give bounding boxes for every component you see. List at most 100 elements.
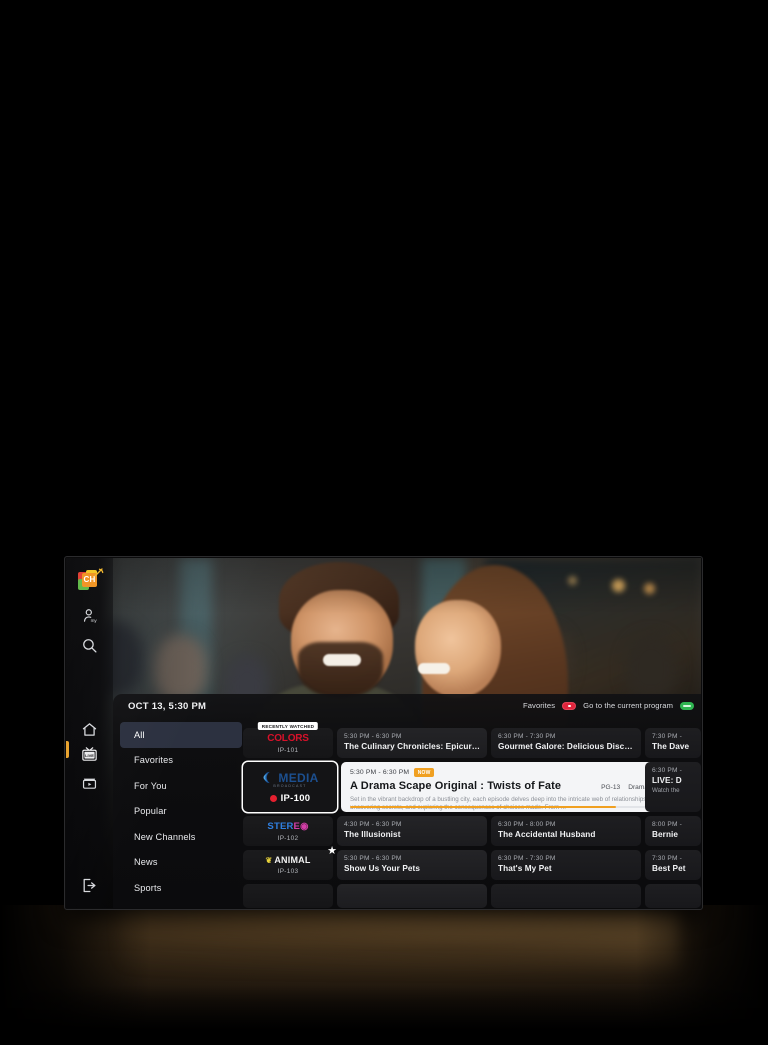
program-title: The Accidental Husband bbox=[498, 830, 596, 839]
svg-text:my: my bbox=[91, 617, 98, 622]
channel-number-selected: IP-100 bbox=[269, 793, 311, 804]
program-time: 5:30 PM - 6:30 PM bbox=[344, 733, 402, 740]
content-rating: PG-13 bbox=[601, 784, 621, 791]
selected-program-area: 5:30 PM - 6:30 PM NOW A Drama Scape Orig… bbox=[341, 762, 701, 812]
program-time: 7:30 PM - bbox=[652, 733, 682, 740]
sidebar-item-search[interactable] bbox=[77, 632, 103, 658]
table-row: RECENTLY WATCHED COLORS IP-101 5:30 PM -… bbox=[243, 722, 701, 758]
channel-number: IP-100 bbox=[280, 793, 311, 804]
current-program-green-key-button[interactable] bbox=[680, 701, 694, 710]
program-description: Watch the bbox=[652, 787, 680, 794]
program-title: Bernie bbox=[652, 830, 679, 839]
program-cell[interactable]: 6:30 PM - 7:30 PM Gourmet Galore: Delici… bbox=[491, 728, 641, 758]
category-label: Sports bbox=[134, 882, 162, 893]
program-title: The Dave bbox=[652, 742, 690, 751]
screenshot-stage: CH my LIVE OCT 13, 5:30 PM Favorites Go … bbox=[0, 0, 768, 1045]
category-label: News bbox=[134, 857, 158, 868]
channel-cell-colors[interactable]: RECENTLY WATCHED COLORS IP-101 bbox=[243, 722, 333, 758]
channel-cell-animal[interactable]: ★ ❦ ANIMAL IP-103 bbox=[243, 846, 337, 880]
program-time: 7:30 PM - bbox=[652, 855, 682, 862]
animal-logo-text: ANIMAL bbox=[274, 855, 311, 865]
channel-cell-stereo[interactable]: STERE◉ IP-102 bbox=[243, 816, 333, 846]
live-tv-icon: LIVE bbox=[82, 746, 97, 761]
home-icon bbox=[82, 722, 97, 736]
category-label: For You bbox=[134, 780, 167, 791]
guide-header-actions: Favorites Go to the current program bbox=[523, 701, 694, 710]
program-time: 5:30 PM - 6:30 PM bbox=[344, 855, 402, 862]
program-time: 6:30 PM - bbox=[652, 767, 682, 774]
category-item-popular[interactable]: Popular bbox=[120, 799, 242, 825]
channel-number: IP-102 bbox=[277, 834, 299, 842]
now-badge: NOW bbox=[414, 768, 435, 777]
category-label: New Channels bbox=[134, 831, 196, 842]
media-box-icon bbox=[82, 778, 97, 789]
program-cell[interactable]: 4:30 PM - 6:30 PM The Illusionist bbox=[337, 816, 487, 846]
left-navigation-rail: CH my LIVE bbox=[66, 558, 113, 908]
channels-app-logo-text: CH bbox=[83, 575, 96, 584]
sidebar-item-live-tv[interactable]: LIVE bbox=[77, 741, 103, 767]
category-item-sports[interactable]: Sports bbox=[120, 875, 242, 901]
program-cell[interactable] bbox=[491, 884, 641, 908]
live-tv-selected-indicator bbox=[66, 741, 69, 758]
program-cell[interactable]: 6:30 PM - LIVE: D Watch the bbox=[645, 762, 701, 812]
program-time: 4:30 PM - 6:30 PM bbox=[344, 821, 402, 828]
guide-header: OCT 13, 5:30 PM Favorites Go to the curr… bbox=[113, 694, 701, 722]
program-cell[interactable]: 6:30 PM - 7:30 PM That's My Pet bbox=[491, 850, 641, 880]
category-label: Popular bbox=[134, 806, 167, 817]
media-logo-text: MEDIA bbox=[278, 770, 319, 785]
program-title: Gourmet Galore: Delicious Discov... bbox=[498, 742, 634, 751]
detail-title: A Drama Scape Original : Twists of Fate bbox=[350, 780, 562, 792]
program-cell[interactable]: 6:30 PM - 8:00 PM The Accidental Husband bbox=[491, 816, 641, 846]
stereo-channel-logo: STERE◉ bbox=[267, 820, 309, 832]
guide-date-time: OCT 13, 5:30 PM bbox=[128, 701, 207, 712]
program-title: The Culinary Chronicles: Epicure... bbox=[344, 742, 480, 751]
recently-watched-badge: RECENTLY WATCHED bbox=[257, 722, 319, 730]
table-row bbox=[243, 884, 701, 908]
program-cell[interactable] bbox=[645, 884, 701, 908]
sidebar-item-movies[interactable] bbox=[77, 769, 103, 795]
category-list: All Favorites For You Popular New Channe… bbox=[120, 722, 242, 901]
tv-screen: CH my LIVE OCT 13, 5:30 PM Favorites Go … bbox=[66, 558, 701, 908]
tv-bezel: CH my LIVE OCT 13, 5:30 PM Favorites Go … bbox=[64, 556, 703, 910]
table-row: STERE◉ IP-102 4:30 PM - 6:30 PM The Illu… bbox=[243, 816, 701, 846]
program-cell[interactable]: 7:30 PM - The Dave bbox=[645, 728, 701, 758]
program-time: 6:30 PM - 8:00 PM bbox=[498, 821, 556, 828]
live-indicator-dot bbox=[269, 795, 277, 802]
svg-text:LIVE: LIVE bbox=[85, 752, 94, 757]
program-cell[interactable]: 8:00 PM - Bernie bbox=[645, 816, 701, 846]
detail-description: Set in the vibrant backdrop of a bustlin… bbox=[350, 796, 649, 811]
program-cell[interactable] bbox=[337, 884, 487, 908]
program-cell[interactable]: 7:30 PM - Best Pet bbox=[645, 850, 701, 880]
program-time: 6:30 PM - 7:30 PM bbox=[498, 733, 556, 740]
program-detail-card[interactable]: 5:30 PM - 6:30 PM NOW A Drama Scape Orig… bbox=[341, 762, 661, 812]
guide-body: All Favorites For You Popular New Channe… bbox=[113, 722, 701, 908]
media-logo-subtext: BROADCAST bbox=[273, 784, 307, 788]
program-cell[interactable]: 5:30 PM - 6:30 PM Show Us Your Pets bbox=[337, 850, 487, 880]
program-title: Show Us Your Pets bbox=[344, 864, 421, 873]
category-item-new-channels[interactable]: New Channels bbox=[120, 824, 242, 850]
favorite-star-icon: ★ bbox=[327, 845, 337, 857]
channels-app-logo[interactable]: CH bbox=[78, 568, 104, 591]
program-title: Best Pet bbox=[652, 864, 686, 873]
channel-cell-next[interactable] bbox=[243, 884, 333, 908]
program-title: The Illusionist bbox=[344, 830, 401, 839]
category-item-news[interactable]: News bbox=[120, 850, 242, 876]
sidebar-item-profile[interactable]: my bbox=[77, 602, 103, 628]
category-label: All bbox=[134, 729, 145, 740]
channel-guide-panel: OCT 13, 5:30 PM Favorites Go to the curr… bbox=[113, 694, 701, 908]
table-row: ★ ❦ ANIMAL IP-103 5:30 PM - 6:30 PM Show… bbox=[243, 846, 701, 880]
favorites-red-key-button[interactable] bbox=[562, 701, 577, 710]
category-item-for-you[interactable]: For You bbox=[120, 773, 242, 799]
category-item-favorites[interactable]: Favorites bbox=[120, 748, 242, 774]
table-row: MEDIA BROADCAST IP-100 5:30 PM - 6:30 PM… bbox=[243, 762, 701, 812]
person-my-icon: my bbox=[83, 608, 98, 622]
leaf-icon: ❦ bbox=[265, 855, 273, 865]
channel-cell-media-broadcast[interactable]: MEDIA BROADCAST IP-100 bbox=[243, 762, 337, 812]
program-title: That's My Pet bbox=[498, 864, 552, 873]
favorites-action-label: Favorites bbox=[522, 701, 556, 710]
media-broadcast-channel-logo: MEDIA BROADCAST bbox=[261, 770, 318, 788]
category-item-all[interactable]: All bbox=[120, 722, 242, 748]
program-cell[interactable]: 5:30 PM - 6:30 PM The Culinary Chronicle… bbox=[337, 728, 487, 758]
sidebar-item-home[interactable] bbox=[77, 716, 103, 742]
sidebar-item-exit[interactable] bbox=[77, 872, 103, 898]
